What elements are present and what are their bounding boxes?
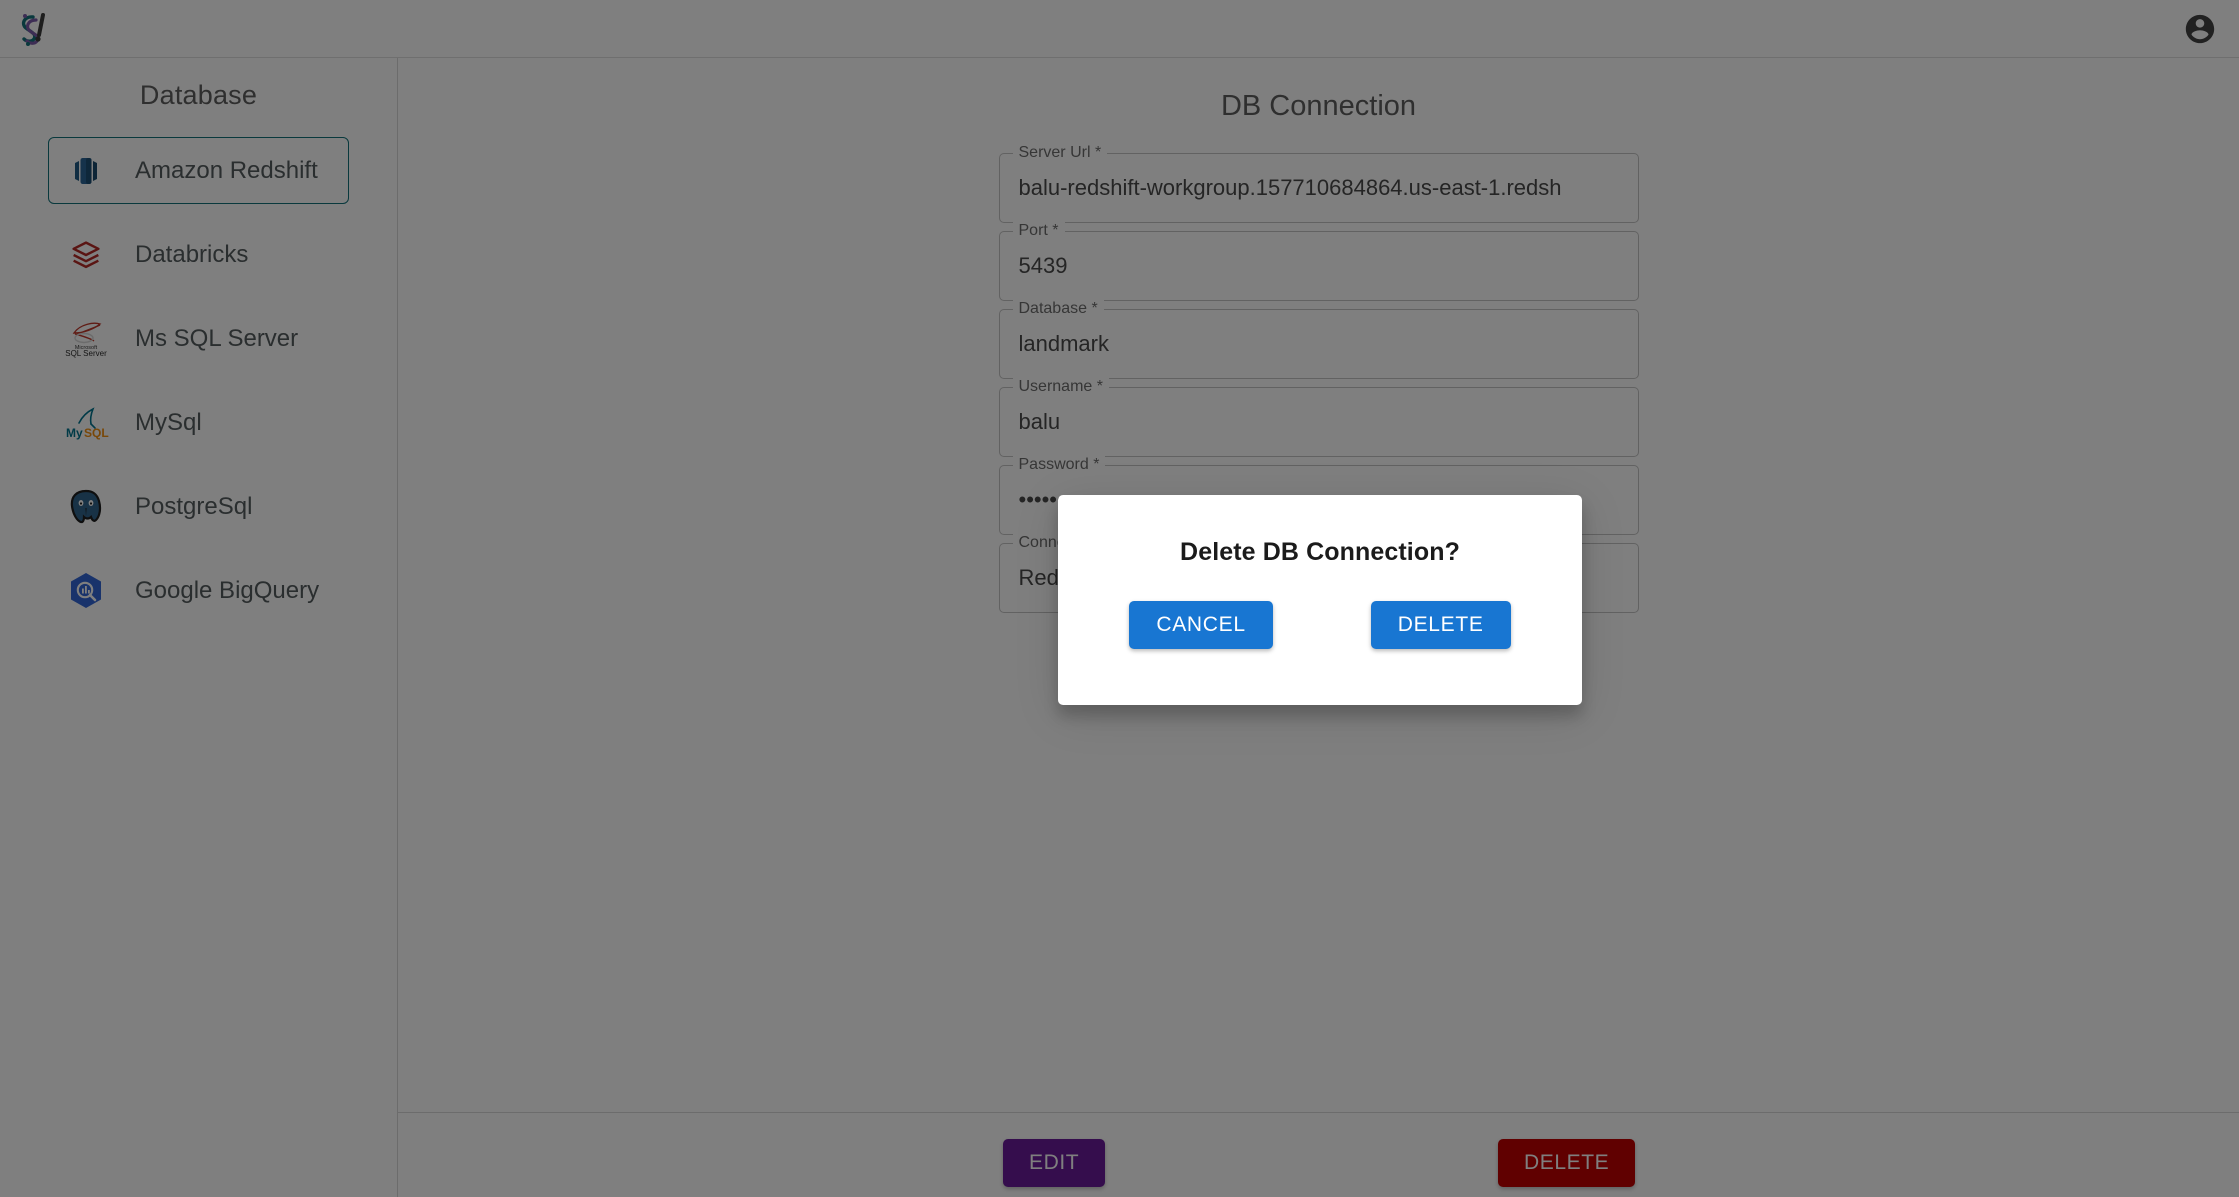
dialog-actions: CANCEL DELETE: [1058, 601, 1582, 649]
dialog-cancel-button[interactable]: CANCEL: [1129, 601, 1273, 649]
dialog-title: Delete DB Connection?: [1180, 538, 1460, 566]
delete-confirmation-dialog: Delete DB Connection? CANCEL DELETE: [1058, 495, 1582, 705]
dialog-confirm-delete-button[interactable]: DELETE: [1370, 601, 1511, 649]
